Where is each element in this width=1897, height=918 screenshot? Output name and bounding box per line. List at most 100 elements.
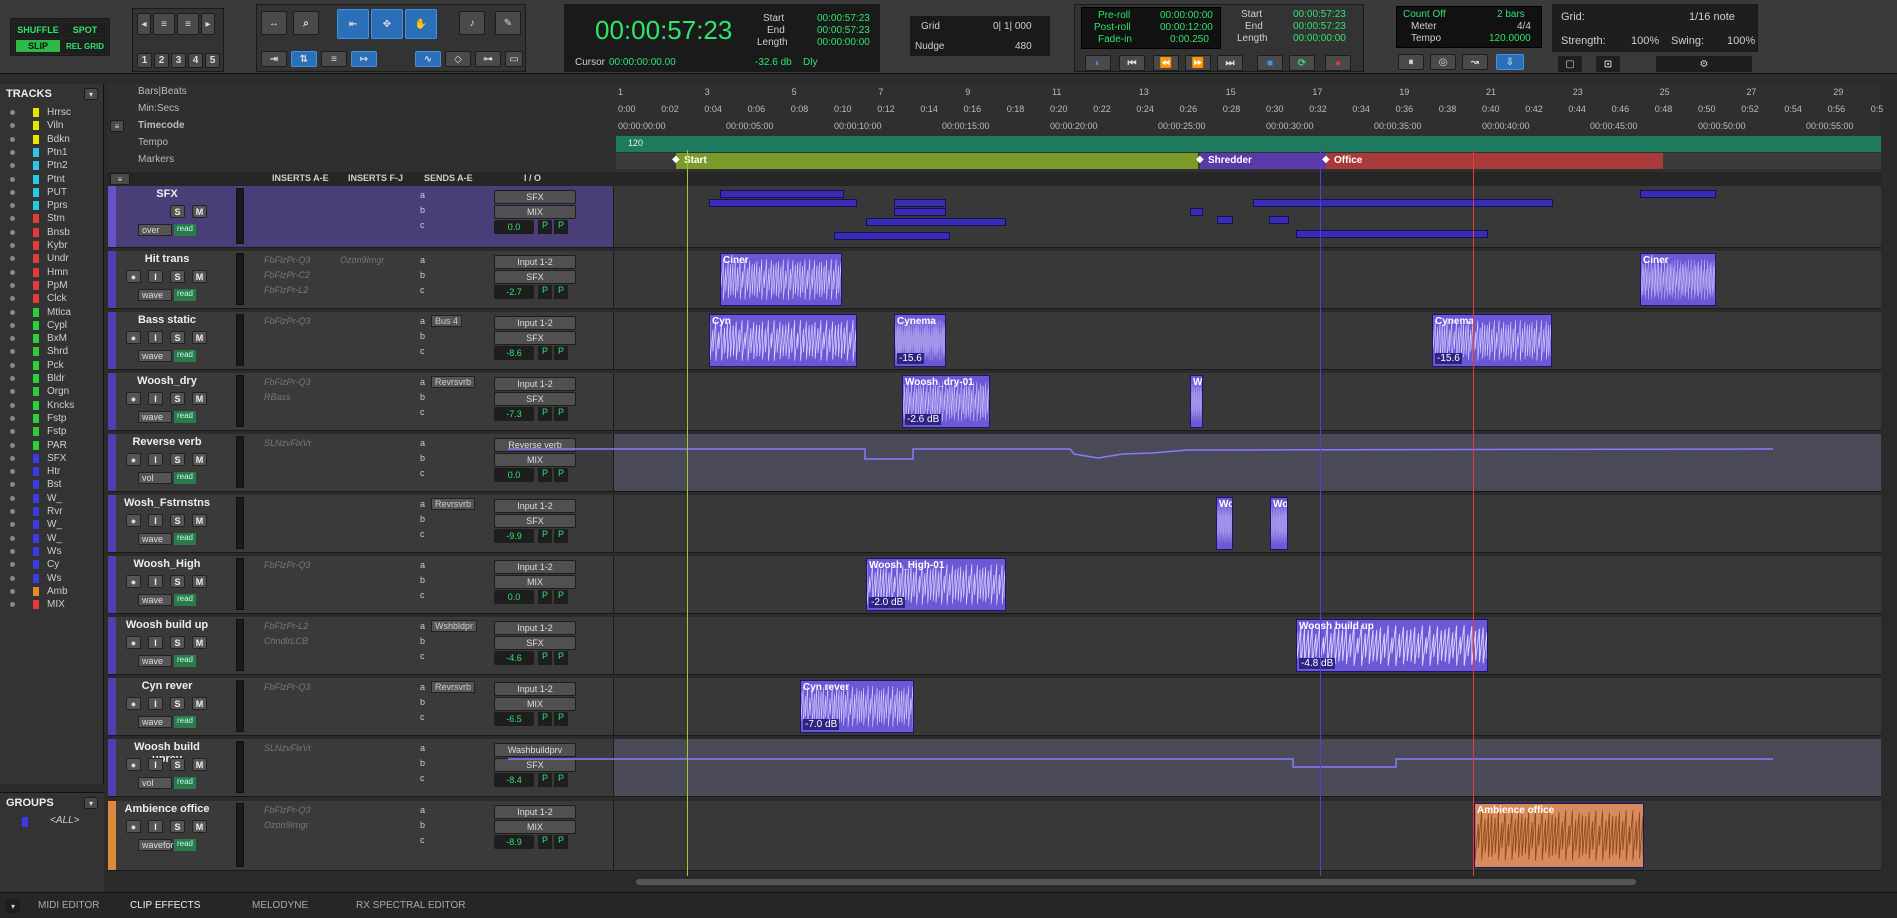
transport-length-value[interactable]: 00:00:00:00 bbox=[1293, 33, 1346, 44]
insert-slot-fj[interactable]: Ozon9Imgr bbox=[330, 255, 400, 269]
record-enable-button[interactable]: ● bbox=[126, 697, 141, 710]
folder-clip-block[interactable] bbox=[866, 218, 1006, 226]
send-slot[interactable]: c bbox=[420, 651, 480, 665]
input-monitor-button[interactable]: I bbox=[148, 392, 163, 405]
pan-pre-button[interactable]: P bbox=[554, 835, 568, 849]
send-slot[interactable]: b bbox=[420, 331, 480, 345]
folder-clip-block[interactable] bbox=[720, 190, 844, 198]
pan-pre-button[interactable]: P bbox=[538, 835, 552, 849]
count-off-label[interactable]: Count Off bbox=[1403, 9, 1446, 20]
folder-clip-block[interactable] bbox=[894, 208, 946, 216]
track-name[interactable]: Reverse verb bbox=[118, 436, 216, 450]
input-monitor-button[interactable]: I bbox=[148, 514, 163, 527]
folder-clip-block[interactable] bbox=[1296, 230, 1488, 238]
send-slot[interactable]: b bbox=[420, 758, 480, 772]
length-value[interactable]: 00:00:00:00 bbox=[817, 37, 870, 48]
audio-clip[interactable]: Woosh_dry-01 -2.6 dB bbox=[902, 375, 990, 428]
count-off-value[interactable]: 2 bars bbox=[1497, 9, 1525, 20]
automation-mode-icon[interactable]: read bbox=[174, 655, 196, 667]
insert-slot[interactable]: FbFlzPr-L2 bbox=[254, 621, 324, 635]
insert-slot[interactable] bbox=[254, 773, 324, 787]
insertion-follows-icon[interactable]: ↦ bbox=[351, 51, 377, 67]
rewind-icon[interactable]: ⏪ bbox=[1153, 55, 1179, 71]
folder-clip-block[interactable] bbox=[1190, 208, 1203, 216]
input-selector[interactable]: Input 1-2 bbox=[494, 805, 576, 819]
smart-tool-icon[interactable]: ✥ bbox=[371, 9, 403, 39]
volume-automation-line[interactable] bbox=[508, 739, 1773, 797]
automation-mode-icon[interactable]: read bbox=[174, 411, 196, 423]
send-slot[interactable]: c bbox=[420, 529, 480, 543]
output-selector[interactable]: SFX bbox=[494, 392, 576, 406]
input-monitor-button[interactable]: I bbox=[148, 636, 163, 649]
mute-button[interactable]: M bbox=[192, 392, 207, 405]
zoom-horizontal-icon[interactable]: ≡ bbox=[153, 13, 175, 35]
audio-clip[interactable]: Woosh build up -4.8 dB bbox=[1296, 619, 1488, 672]
send-slot[interactable]: a bbox=[420, 805, 480, 819]
track-view-selector[interactable]: wave bbox=[138, 716, 172, 728]
mute-button[interactable]: M bbox=[192, 331, 207, 344]
vertical-scrollbar[interactable] bbox=[1882, 186, 1897, 876]
pan-pre-button[interactable]: P bbox=[538, 712, 552, 726]
output-selector[interactable]: MIX bbox=[494, 697, 576, 711]
insert-slot[interactable]: FbFlzPr-L2 bbox=[254, 285, 324, 299]
track-list-item[interactable]: Ptn1 bbox=[10, 146, 68, 159]
send-slot[interactable]: c bbox=[420, 346, 480, 360]
automation-mode-icon[interactable]: read bbox=[174, 777, 196, 789]
bottom-panel-toggle-icon[interactable]: ▾ bbox=[6, 899, 20, 913]
send-slot[interactable]: a bbox=[420, 190, 480, 204]
mute-button[interactable]: M bbox=[192, 205, 207, 218]
input-monitor-button[interactable]: I bbox=[148, 575, 163, 588]
insert-slot[interactable] bbox=[254, 220, 324, 234]
record-enable-button[interactable]: ● bbox=[126, 575, 141, 588]
send-slot[interactable]: b bbox=[420, 575, 480, 589]
automation-mode-icon[interactable]: read bbox=[174, 350, 196, 362]
main-counter[interactable]: 00:00:57:23 bbox=[595, 15, 732, 46]
tempo-value[interactable]: 120.0000 bbox=[1489, 33, 1531, 44]
pan-pre-button[interactable]: P bbox=[538, 285, 552, 299]
go-to-end-icon[interactable]: ⏭ bbox=[1217, 55, 1243, 71]
preroll-value[interactable]: 00:00:00:00 bbox=[1160, 10, 1213, 21]
track-visibility-dot[interactable] bbox=[10, 176, 15, 182]
insert-slot[interactable] bbox=[254, 407, 324, 421]
horizontal-scrollbar[interactable] bbox=[616, 876, 1876, 888]
track-view-selector[interactable]: wave bbox=[138, 533, 172, 545]
record-enable-button[interactable]: ● bbox=[126, 758, 141, 771]
insert-slot[interactable] bbox=[254, 331, 324, 345]
start-value[interactable]: 00:00:57:23 bbox=[817, 13, 870, 24]
send-slot[interactable]: c bbox=[420, 285, 480, 299]
solo-button[interactable]: S bbox=[170, 453, 185, 466]
solo-button[interactable]: S bbox=[170, 575, 185, 588]
send-slot[interactable]: a bbox=[420, 560, 480, 574]
link-timeline-icon[interactable]: ⇅ bbox=[291, 51, 317, 67]
pencil-tool-icon[interactable]: ✎ bbox=[495, 11, 521, 35]
zoom-preset-4[interactable]: 4 bbox=[188, 53, 203, 68]
track-visibility-dot[interactable] bbox=[10, 110, 15, 115]
send-slot[interactable]: b bbox=[420, 270, 480, 284]
grid-settings-value[interactable]: 1/16 note bbox=[1689, 11, 1735, 23]
trim-tool-icon[interactable]: ↔ bbox=[261, 11, 287, 35]
insert-slot[interactable] bbox=[254, 758, 324, 772]
send-slot[interactable]: a bbox=[420, 743, 480, 757]
solo-button[interactable]: S bbox=[170, 514, 185, 527]
mute-button[interactable]: M bbox=[192, 758, 207, 771]
send-slot[interactable]: b bbox=[420, 636, 480, 650]
send-slot[interactable]: b bbox=[420, 514, 480, 528]
automation-mode-icon[interactable]: read bbox=[174, 289, 196, 301]
track-visibility-dot[interactable] bbox=[10, 136, 15, 142]
tab-midi-editor[interactable]: MIDI EDITOR bbox=[38, 900, 99, 911]
pan-pre-button[interactable]: P bbox=[554, 529, 568, 543]
automation-mode-icon[interactable]: read bbox=[174, 472, 196, 484]
rel-grid-mode-button[interactable]: REL GRID bbox=[63, 39, 107, 53]
track-name[interactable]: Bass static bbox=[118, 314, 216, 328]
volume-value[interactable]: -8.6 bbox=[494, 346, 534, 360]
track-view-selector[interactable]: vol bbox=[138, 472, 172, 484]
track-name[interactable]: Woosh build uprev bbox=[118, 741, 216, 765]
volume-value[interactable]: 0.0 bbox=[494, 220, 534, 234]
input-selector[interactable]: Input 1-2 bbox=[494, 499, 576, 513]
audio-clip[interactable]: Cyn rever -7.0 dB bbox=[800, 680, 914, 733]
send-slot[interactable]: c bbox=[420, 712, 480, 726]
insert-slot[interactable]: FbFlzPr-Q3 bbox=[254, 560, 324, 574]
mute-button[interactable]: M bbox=[192, 820, 207, 833]
pan-pre-button[interactable]: P bbox=[538, 651, 552, 665]
tracks-menu-icon[interactable]: ▾ bbox=[84, 88, 98, 100]
